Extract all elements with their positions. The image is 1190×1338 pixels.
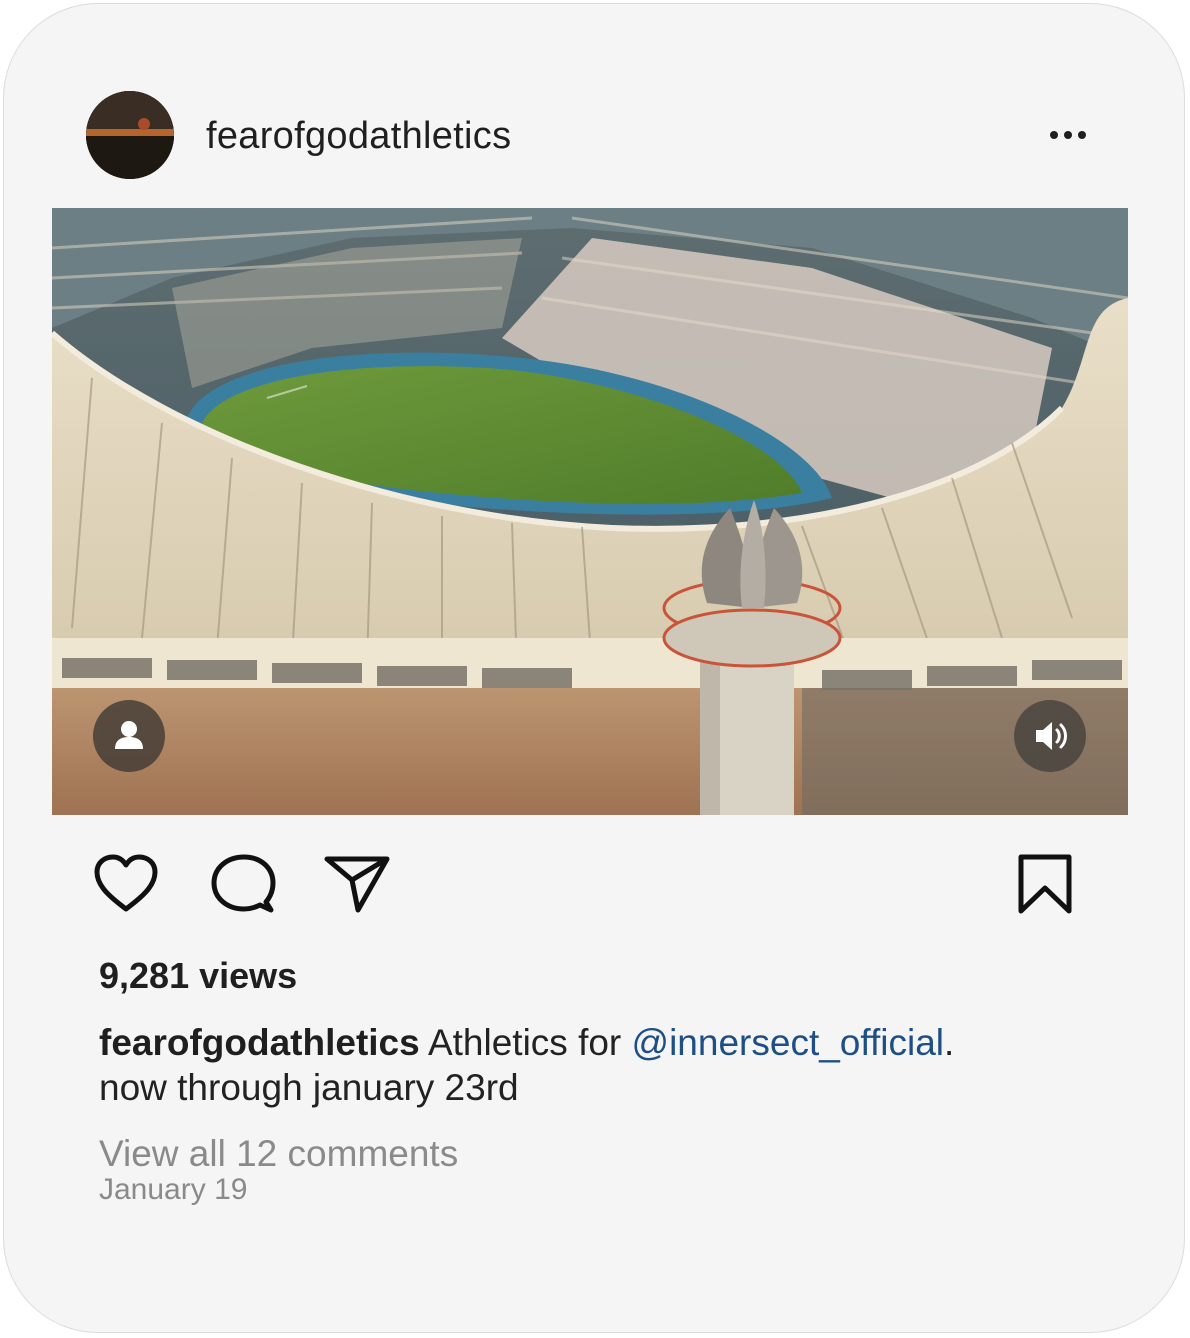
paper-plane-icon: [324, 856, 390, 913]
more-options-button[interactable]: [1042, 122, 1094, 148]
caption-text: Athletics for: [419, 1022, 632, 1063]
save-button[interactable]: [1016, 852, 1074, 916]
tagged-people-button[interactable]: [93, 700, 165, 772]
post-caption: fearofgodathletics Athletics for @inners…: [99, 1020, 1099, 1110]
person-icon: [115, 721, 143, 749]
heart-icon: [94, 854, 158, 912]
share-button[interactable]: [322, 852, 392, 916]
caption-line-2: now through january 23rd: [99, 1067, 519, 1108]
caption-text-end: .: [944, 1022, 955, 1063]
avatar-image: [86, 91, 174, 179]
post-date: January 19: [99, 1173, 248, 1206]
caption-username[interactable]: fearofgodathletics: [99, 1022, 420, 1063]
profile-avatar[interactable]: [86, 91, 174, 179]
comment-bubble-icon: [211, 854, 276, 913]
like-button[interactable]: [92, 852, 160, 916]
post-video[interactable]: [52, 208, 1128, 815]
post-username[interactable]: fearofgodathletics: [206, 114, 511, 158]
more-horizontal-icon: [1050, 131, 1086, 139]
sound-toggle-button[interactable]: [1014, 700, 1086, 772]
bookmark-icon: [1018, 854, 1072, 914]
speaker-volume-icon: [1036, 722, 1067, 750]
view-count: 9,281 views: [99, 955, 298, 996]
caption-mention-link[interactable]: @innersect_official: [632, 1022, 944, 1063]
stadium-video-frame: [52, 208, 1128, 815]
comment-button[interactable]: [208, 852, 276, 918]
